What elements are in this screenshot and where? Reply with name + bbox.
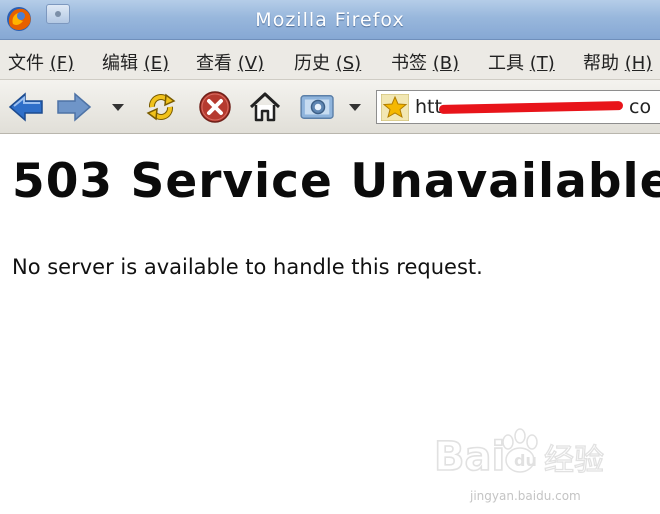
menu-tools-key: (T) [529,53,555,74]
url-end-text: co [629,96,652,118]
history-dropdown-icon[interactable] [112,104,124,111]
back-arrow-icon[interactable] [8,92,44,122]
menu-help[interactable]: 帮助 (H) [583,49,652,75]
error-message: No server is available to handle this re… [12,255,483,279]
menu-bookmarks[interactable]: 书签 (B) [391,49,459,75]
menu-file-label: 文件 [8,53,44,74]
menu-bookmarks-key: (B) [432,53,460,74]
menu-file-key: (F) [49,53,75,74]
menu-bookmarks-label: 书签 [391,53,427,74]
home-icon[interactable] [248,90,282,124]
menu-history-label: 历史 [294,53,330,74]
baidu-watermark-logo: Bai du 经验 [433,428,605,481]
menu-history-key: (S) [335,53,362,74]
menu-help-label: 帮助 [583,53,619,74]
camera-icon[interactable] [298,92,338,122]
reload-icon[interactable] [144,90,178,124]
error-title: 503 Service Unavailable [12,154,660,209]
forward-arrow-icon[interactable] [56,92,92,122]
menu-edit[interactable]: 编辑 (E) [102,49,169,75]
svg-text:du: du [514,451,537,470]
url-start-text: htt [415,96,442,118]
menu-help-key: (H) [624,53,653,74]
menu-edit-key: (E) [143,53,170,74]
bookmark-star-icon[interactable] [381,94,409,121]
menu-history[interactable]: 历史 (S) [294,49,361,75]
menu-tools-label: 工具 [488,53,524,74]
menu-tools[interactable]: 工具 (T) [488,49,555,75]
stop-icon[interactable] [198,90,232,124]
title-bar: Mozilla Firefox [0,0,660,40]
menu-view[interactable]: 查看 (V) [196,49,264,75]
svg-text:经验: 经验 [544,443,604,478]
window-title: Mozilla Firefox [255,9,405,31]
camera-dropdown-icon[interactable] [349,104,361,111]
url-bar[interactable]: htt co [376,90,660,124]
svg-text:Bai: Bai [434,434,505,480]
menu-bar: 文件 (F) 编辑 (E) 查看 (V) 历史 (S) 书签 (B) 工具 (T… [0,40,660,80]
watermark-url: jingyan.baidu.com [470,489,581,503]
menu-edit-label: 编辑 [102,53,138,74]
menu-view-key: (V) [237,53,265,74]
navigation-toolbar: htt co [0,80,660,134]
menu-view-label: 查看 [196,53,232,74]
menu-file[interactable]: 文件 (F) [8,49,74,75]
